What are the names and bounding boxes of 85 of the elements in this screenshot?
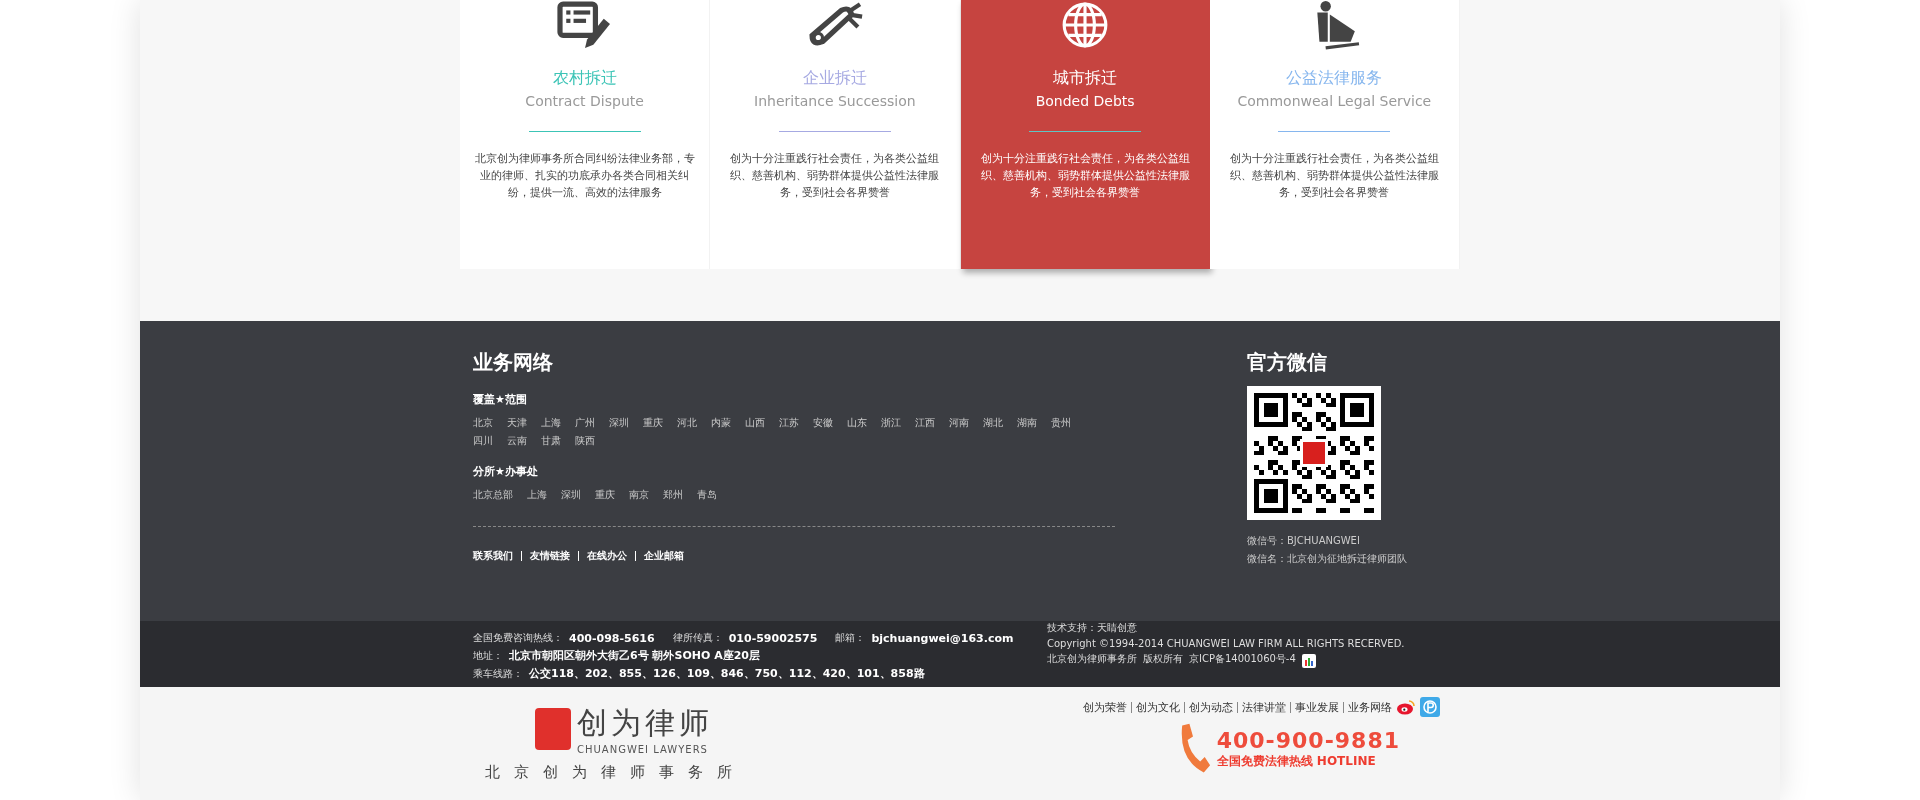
service-card[interactable]: 城市拆迁 Bonded Debts 创为十分注重践行社会责任，为各类公益组织、慈善机构、弱势群体提供公益性法律服务，受到社会各界赞誉	[960, 0, 1210, 269]
contact-label: 乘车线路：	[473, 666, 523, 681]
service-title: 城市拆迁	[1053, 68, 1118, 89]
place-link[interactable]: 贵州	[1051, 416, 1071, 430]
footer-link[interactable]: 在线办公	[587, 549, 627, 563]
section-title: 官方微信	[1247, 349, 1328, 376]
place-link[interactable]: 陕西	[575, 434, 595, 448]
seal-icon	[535, 708, 571, 750]
service-subtitle: Inheritance Succession	[754, 93, 916, 109]
tech-support: 技术支持：天睛创意	[1047, 621, 1138, 635]
contact-label: 全国免费咨询热线：	[473, 631, 563, 645]
place-link[interactable]: 深圳	[561, 488, 581, 502]
section-title: 业务网络	[473, 349, 554, 376]
service-description: 创为十分注重践行社会责任，为各类公益组织、慈善机构、弱势群体提供公益性法律服务，受到社会各界赞誉	[979, 151, 1191, 201]
contact-label: 地址：	[473, 648, 503, 663]
nav-link[interactable]: 创为荣誉	[1083, 699, 1127, 715]
place-link[interactable]: 上海	[541, 416, 561, 430]
place-link[interactable]: 河南	[949, 416, 969, 430]
contact-label: 邮箱：	[835, 631, 866, 645]
place-link[interactable]: 北京总部	[473, 488, 513, 502]
place-link[interactable]: 四川	[473, 434, 493, 448]
rights-text: 版权所有	[1143, 652, 1183, 666]
place-link[interactable]: 山东	[847, 416, 867, 430]
nav-link[interactable]: 法律讲堂	[1242, 699, 1286, 715]
service-description: 创为十分注重践行社会责任，为各类公益组织、慈善机构、弱势群体提供公益性法律服务，受到社会各界赞誉	[729, 151, 941, 201]
place-link[interactable]: 湖北	[983, 416, 1003, 430]
p-app-icon[interactable]	[1420, 697, 1440, 717]
contact-value: 公交118、202、855、126、109、846、750、112、420、101、858路	[529, 666, 925, 681]
service-subtitle: Commonweal Legal Service	[1237, 93, 1432, 109]
place-link[interactable]: 北京	[473, 416, 493, 430]
nav-link[interactable]: 创为动态	[1189, 699, 1233, 715]
wechat-name: 微信名：北京创为征地拆迁律师团队	[1247, 552, 1408, 566]
place-link[interactable]: 江西	[915, 416, 935, 430]
logo-english: CHUANGWEI LAWYERS	[577, 744, 709, 755]
hotline-label: 全国免费法律热线 HOTLINE	[1216, 753, 1377, 770]
place-link[interactable]: 上海	[527, 488, 547, 502]
place-link[interactable]: 江苏	[779, 416, 799, 430]
place-link[interactable]: 河北	[677, 416, 697, 430]
place-link[interactable]: 湖南	[1017, 416, 1037, 430]
place-link[interactable]: 重庆	[643, 416, 663, 430]
footer-link[interactable]: 企业邮箱	[644, 549, 684, 563]
place-link[interactable]: 广州	[575, 416, 595, 430]
hotline-number: 400-900-9881	[1216, 728, 1400, 753]
service-description: 创为十分注重践行社会责任，为各类公益组织、慈善机构、弱势群体提供公益性法律服务，受到社会各界赞誉	[1228, 151, 1440, 201]
place-link[interactable]: 南京	[629, 488, 649, 502]
footer-link[interactable]: 友情链接	[530, 549, 570, 563]
contact-value: 010-59002575	[728, 631, 818, 645]
place-link[interactable]: 内蒙	[711, 416, 731, 430]
copyright-text: Copyright ©1994-2014 CHUANGWEI LAW FIRM ALL RIGHTS RECERVED.	[1047, 638, 1406, 649]
service-subtitle: Contract Dispute	[525, 93, 644, 109]
nav-link[interactable]: 事业发展	[1295, 699, 1339, 715]
contact-value: bjchuangwei@163.com	[871, 631, 1014, 645]
service-card[interactable]: 农村拆迁 Contract Dispute 北京创为律师事务所合同纠纷法律业务部，专业的律师、扎实的功底承办各类合同相关纠纷，提供一流、高效的法律服务	[460, 0, 711, 269]
place-link[interactable]: 甘肃	[541, 434, 561, 448]
group-heading: 分所★办事处	[473, 464, 539, 479]
contact-value: 400-098-5616	[569, 631, 655, 645]
place-link[interactable]: 浙江	[881, 416, 901, 430]
nav-link[interactable]: 业务网络	[1348, 699, 1392, 715]
place-link[interactable]: 云南	[507, 434, 527, 448]
service-description: 北京创为律师事务所合同纠纷法律业务部，专业的律师、扎实的功底承办各类合同相关纠纷，提供一流、高效的法律服务	[473, 151, 696, 201]
wechat-account: 微信号：BJCHUANGWEI	[1247, 534, 1361, 548]
place-link[interactable]: 青岛	[697, 488, 717, 502]
place-link[interactable]: 重庆	[595, 488, 615, 502]
firm-name: 北京创为律师事务所	[485, 763, 746, 782]
service-subtitle: Bonded Debts	[1035, 93, 1135, 109]
weibo-icon[interactable]	[1396, 699, 1416, 715]
service-card[interactable]: 企业拆迁 Inheritance Succession 创为十分注重践行社会责任，为各类公益组织、慈善机构、弱势群体提供公益性法律服务，受到社会各界赞誉	[710, 0, 961, 269]
logo-text: 创为律师	[577, 704, 713, 742]
service-title: 公益法律服务	[1286, 68, 1383, 89]
footer-link[interactable]: 联系我们	[473, 549, 513, 563]
group-heading: 覆盖★范围	[473, 392, 528, 407]
service-title: 农村拆迁	[552, 68, 617, 89]
service-title: 企业拆迁	[802, 68, 867, 89]
statistics-icon	[1301, 653, 1316, 668]
nav-link[interactable]: 创为文化	[1136, 699, 1180, 715]
service-card[interactable]: 公益法律服务 Commonweal Legal Service 创为十分注重践行社会责任，为各类公益组织、慈善机构、弱势群体提供公益性法律服务，受到社会各界赞誉	[1209, 0, 1460, 269]
place-link[interactable]: 山西	[745, 416, 765, 430]
place-link[interactable]: 安徽	[813, 416, 833, 430]
contact-label: 律所传真：	[672, 631, 723, 645]
owner-text: 北京创为律师事务所	[1047, 652, 1137, 666]
place-link[interactable]: 郑州	[663, 488, 683, 502]
contact-value: 北京市朝阳区朝外大街乙6号 朝外SOHO A座20层	[509, 648, 760, 663]
place-link[interactable]: 深圳	[609, 416, 629, 430]
place-link[interactable]: 天津	[507, 416, 527, 430]
icp-link[interactable]: 京ICP备14001060号-4	[1189, 652, 1296, 666]
